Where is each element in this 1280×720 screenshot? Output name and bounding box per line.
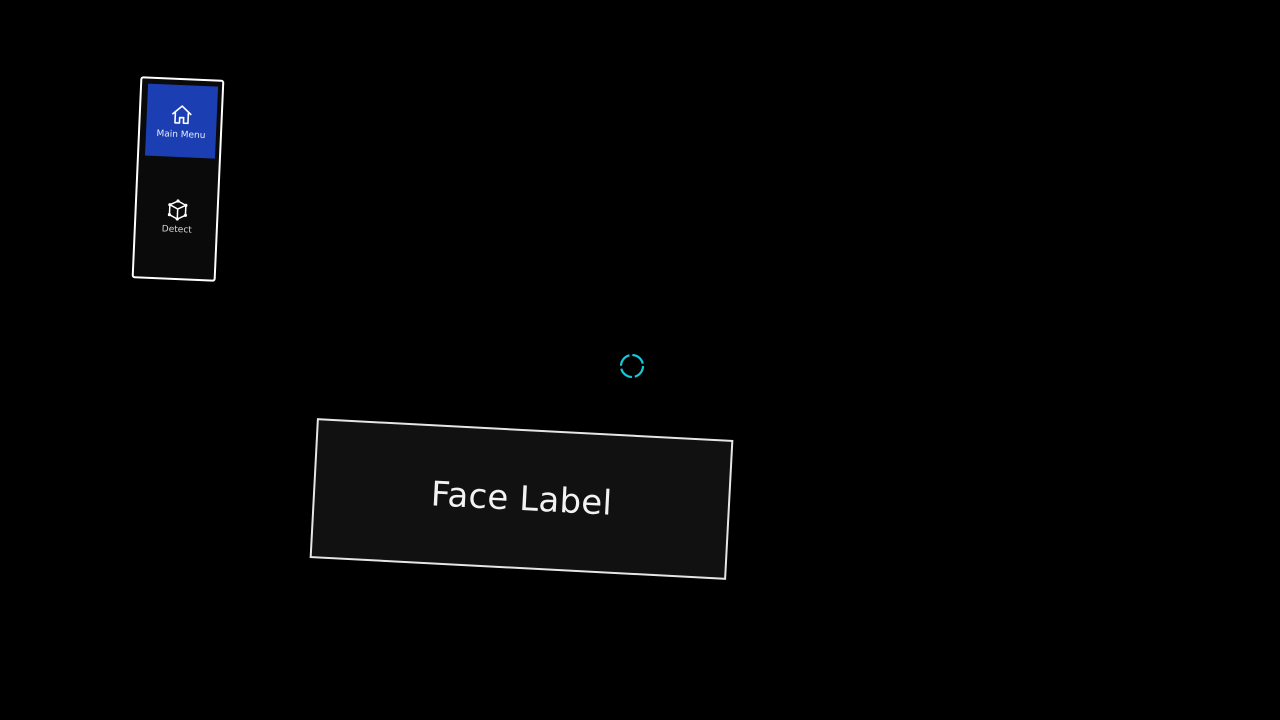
face-label-card: Face Label bbox=[309, 418, 734, 580]
cube-icon bbox=[167, 198, 188, 221]
side-menu: Main Menu Detect bbox=[131, 76, 225, 282]
detect-button[interactable]: Detect bbox=[141, 179, 214, 254]
main-menu-button[interactable]: Main Menu bbox=[144, 83, 219, 159]
detect-label: Detect bbox=[161, 223, 193, 236]
face-label-text: Face Label bbox=[429, 474, 614, 524]
gaze-cursor-icon bbox=[619, 353, 645, 379]
mixed-reality-scene: Main Menu Detect Face Label bbox=[0, 0, 1280, 720]
home-icon bbox=[172, 104, 192, 124]
main-menu-label: Main Menu bbox=[156, 128, 206, 141]
